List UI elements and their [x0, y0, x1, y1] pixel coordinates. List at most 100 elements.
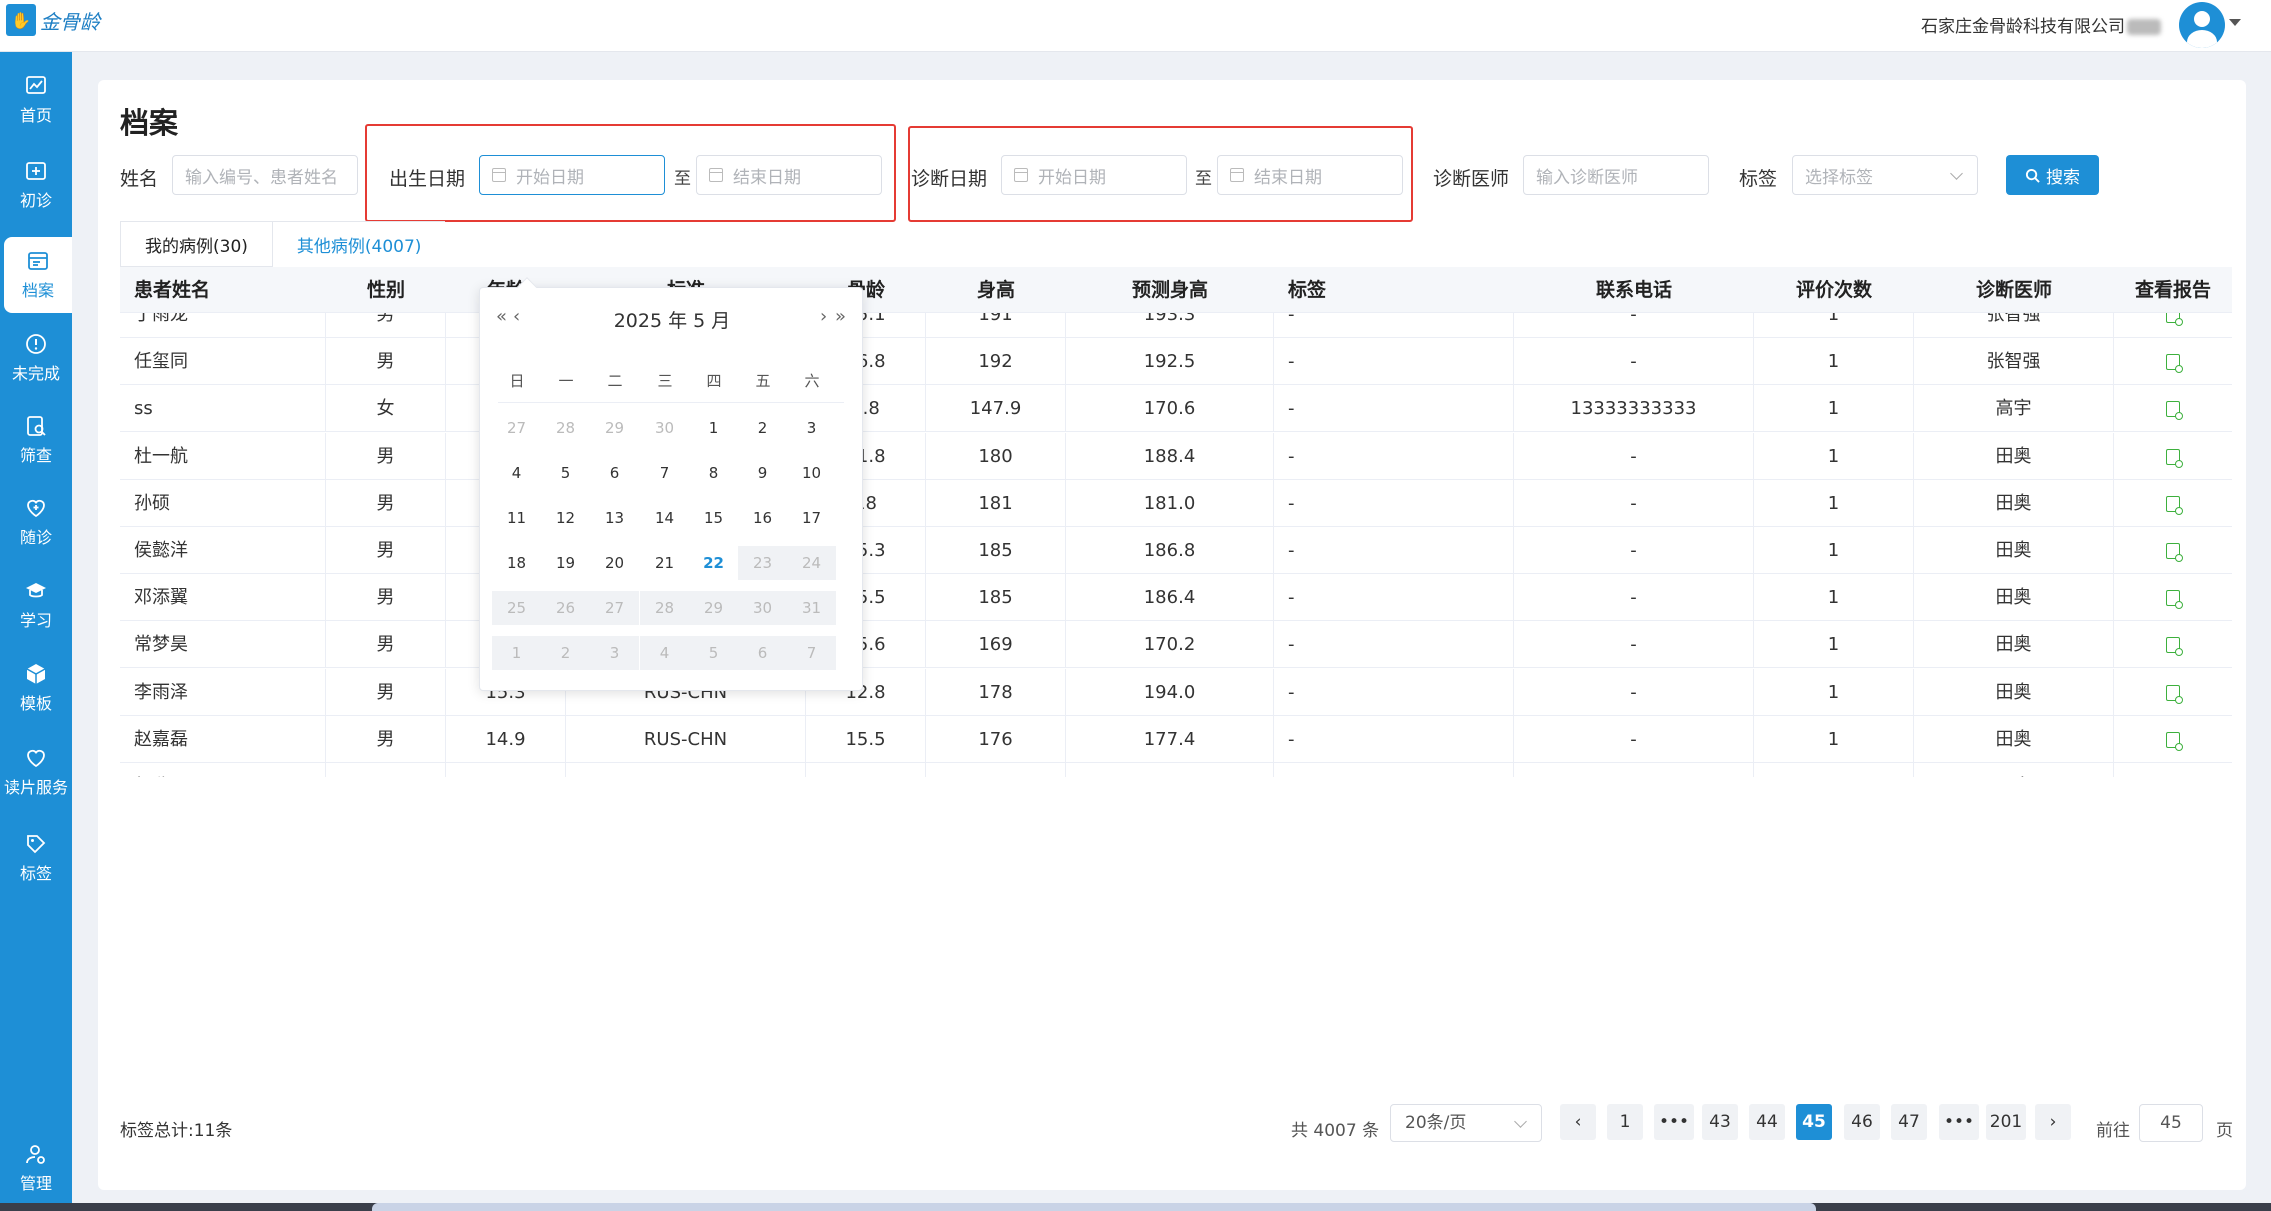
day-cell[interactable]: 6: [590, 456, 639, 490]
doctor-input[interactable]: 输入诊断医师: [1523, 155, 1709, 195]
day-cell[interactable]: 10: [787, 456, 836, 490]
report-icon[interactable]: [2166, 401, 2183, 421]
day-cell[interactable]: 16: [738, 501, 787, 535]
day-cell[interactable]: 19: [541, 546, 590, 580]
table-row[interactable]: 侯懿洋男15.2RUS-CHN15.3185186.8--1田奥: [120, 527, 2232, 574]
chevron-down-icon[interactable]: [2229, 19, 2241, 26]
table-row[interactable]: 赵嘉磊男 14.9 RUS-CHN 15.5 176 177.4- -1 田奥: [120, 715, 2232, 763]
page-button[interactable]: 45: [1796, 1104, 1832, 1140]
tag-placeholder: 选择标签: [1805, 167, 1873, 188]
tab-my-cases[interactable]: 我的病例(30): [120, 221, 273, 267]
table-row[interactable]: 孙硕男17.9RUS-CHN18181181.0--1田奥: [120, 479, 2232, 527]
next-page-button[interactable]: ›: [2035, 1104, 2071, 1140]
day-cell: 24: [787, 546, 836, 580]
cell-8: -: [1514, 763, 1754, 777]
sidebar-item-8[interactable]: 读片服务: [0, 734, 72, 810]
table-row[interactable]: 李雨泽男 15.3 RUS-CHN 12.8 178 194.0- -1 田奥: [120, 668, 2232, 716]
day-cell[interactable]: 7: [640, 456, 689, 490]
table-row[interactable]: 丁雨龙男15.7RUS-CHN15.1191193.3--1张智强: [120, 313, 2232, 338]
page-suffix: 页: [2216, 1121, 2233, 1141]
day-cell[interactable]: 1: [689, 411, 738, 445]
picker-divider: [498, 402, 844, 403]
day-cell[interactable]: 20: [590, 546, 639, 580]
goto-page-input[interactable]: 45: [2139, 1104, 2203, 1142]
cell-8: -: [1514, 527, 1754, 574]
view-report-cell: [2114, 574, 2232, 621]
archive-panel: 档案 姓名 输入编号、患者姓名 出生日期 开始日期 至 结束日期 诊断日期 开始…: [98, 80, 2246, 1190]
day-cell[interactable]: 2: [738, 411, 787, 445]
screen-icon: [27, 416, 46, 436]
next-year-button[interactable]: »: [835, 306, 846, 327]
day-cell[interactable]: 3: [787, 411, 836, 445]
page-button[interactable]: •••: [1654, 1104, 1694, 1140]
avatar[interactable]: [2179, 2, 2225, 48]
sidebar-item-label: 未完成: [11, 364, 60, 383]
cell-5: 185: [926, 574, 1066, 622]
report-icon[interactable]: [2166, 684, 2183, 704]
day-cell[interactable]: 11: [492, 501, 541, 535]
page-button[interactable]: 46: [1844, 1104, 1880, 1140]
tag-filter-label: 标签: [1739, 168, 1778, 190]
table-row[interactable]: 邓添翼男15.4RUS-CHN15.5185186.4--1田奥: [120, 574, 2232, 622]
day-cell[interactable]: 4: [492, 456, 541, 490]
day-cell[interactable]: 8: [689, 456, 738, 490]
sidebar-item-7[interactable]: 模板: [0, 650, 72, 726]
sidebar-item-6[interactable]: 学习: [0, 567, 72, 643]
day-cell[interactable]: 17: [787, 501, 836, 535]
report-icon[interactable]: [2166, 354, 2183, 374]
cell-5: 191: [926, 313, 1066, 338]
day-cell[interactable]: 9: [738, 456, 787, 490]
sidebar-item-2[interactable]: 档案: [4, 237, 72, 313]
page-button[interactable]: 47: [1891, 1104, 1927, 1140]
page-button[interactable]: 44: [1749, 1104, 1785, 1140]
report-icon[interactable]: [2166, 495, 2183, 515]
sidebar-item-5[interactable]: 随诊: [0, 484, 72, 560]
day-cell[interactable]: 18: [492, 546, 541, 580]
sidebar-item-3[interactable]: 未完成: [0, 320, 72, 396]
report-icon[interactable]: [2166, 637, 2183, 657]
day-cell[interactable]: 15: [689, 501, 738, 535]
table-row[interactable]: 赵欣阳男16.7RUS-CHN14.9178181.4--1田奥: [120, 763, 2232, 777]
day-cell[interactable]: 5: [541, 456, 590, 490]
page-button[interactable]: 201: [1986, 1104, 2026, 1140]
cell-1: 女: [326, 385, 446, 433]
sidebar-item-4[interactable]: 筛查: [0, 402, 72, 478]
report-icon[interactable]: [2166, 313, 2183, 326]
sidebar-item-1[interactable]: 初诊: [0, 147, 72, 223]
page-button[interactable]: 1: [1607, 1104, 1643, 1140]
weekday-label: 五: [755, 372, 771, 390]
report-icon[interactable]: [2166, 448, 2183, 468]
tag-select[interactable]: 选择标签: [1792, 155, 1978, 195]
view-report-cell: [2114, 385, 2232, 432]
page-button[interactable]: •••: [1939, 1104, 1979, 1140]
next-month-button[interactable]: ›: [820, 306, 827, 327]
cell-5: 176: [926, 715, 1066, 763]
table-row[interactable]: ss女10.2RUS-CHN9.8147.9170.6-133333333331…: [120, 385, 2232, 433]
day-cell: 28: [640, 591, 689, 625]
page-size-select[interactable]: 20条/页: [1390, 1104, 1542, 1142]
name-search-input[interactable]: 输入编号、患者姓名: [172, 155, 358, 195]
day-cell[interactable]: 12: [541, 501, 590, 535]
view-report-cell: [2114, 480, 2232, 527]
sidebar-item-10[interactable]: 管理: [0, 1130, 72, 1206]
logo[interactable]: ✋ 金骨龄: [6, 4, 100, 36]
sidebar-item-9[interactable]: 标签: [0, 820, 72, 896]
day-cell[interactable]: 14: [640, 501, 689, 535]
table-row[interactable]: 杜一航男12.3RUS-CHN11.8180188.4--1田奥: [120, 432, 2232, 480]
day-cell[interactable]: 13: [590, 501, 639, 535]
sidebar-item-0[interactable]: 首页: [0, 62, 72, 138]
table-row[interactable]: 任玺同男16.5RUS-CHN16.8192192.5--1张智强: [120, 338, 2232, 386]
prev-page-button[interactable]: ‹: [1560, 1104, 1596, 1140]
tab-other-cases[interactable]: 其他病例(4007): [272, 221, 446, 267]
view-report-cell: [2114, 433, 2232, 480]
report-icon[interactable]: [2166, 590, 2183, 610]
page-button[interactable]: 43: [1702, 1104, 1738, 1140]
report-icon[interactable]: [2166, 731, 2183, 751]
report-icon[interactable]: [2166, 543, 2183, 562]
day-cell[interactable]: 21: [640, 546, 689, 580]
search-button[interactable]: 搜索: [2006, 155, 2099, 195]
cell-8: 13333333333: [1514, 385, 1754, 433]
chevron-down-icon: [1514, 1115, 1527, 1128]
table-row[interactable]: 常梦昊男14.7RUS-CHN15.6169170.2--1田奥: [120, 621, 2232, 669]
day-cell[interactable]: 22: [689, 546, 738, 580]
